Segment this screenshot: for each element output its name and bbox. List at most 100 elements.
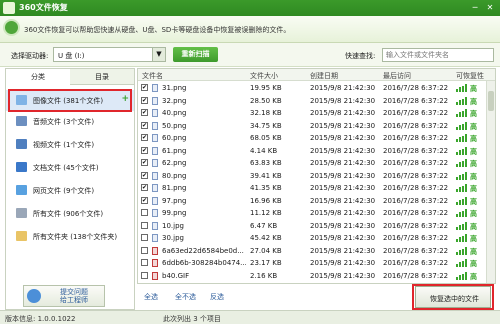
recoverability-value: 高 (470, 197, 477, 206)
row-checkbox[interactable]: ✔ (141, 196, 148, 204)
table-row[interactable]: ✔ 60.png 68.05 KB 2015/9/8 21:42:30 2016/7/2… (138, 133, 487, 143)
file-name: 99.png (162, 209, 187, 217)
row-checkbox[interactable] (141, 221, 148, 229)
tab-category[interactable]: 分类 (6, 69, 70, 85)
invert-selection-link[interactable]: 反选 (210, 292, 224, 302)
table-row[interactable]: ✔ 62.png 63.83 KB 2015/9/8 21:42:30 2016/7/2… (138, 158, 487, 168)
info-banner: 360文件恢复可以帮助您快速从硬盘、U盘、SD卡等硬盘设备中恢复被误删除的文件。 (0, 16, 500, 43)
file-size: 6.47 KB (250, 221, 278, 230)
table-row[interactable]: ✔ 61.png 4.14 KB 2015/9/8 21:42:30 2016/7/28… (138, 146, 487, 156)
highlight-box (8, 89, 132, 112)
table-row[interactable]: b40.GIF 2.16 KB 2015/9/8 21:42:30 2016/7/28… (138, 271, 487, 281)
close-button[interactable]: ✕ (485, 3, 495, 13)
table-row[interactable]: 30.jpg 45.42 KB 2015/9/8 21:42:30 2016/7/28… (138, 233, 487, 243)
file-size: 28.50 KB (250, 96, 282, 105)
row-checkbox[interactable]: ✔ (141, 146, 148, 154)
file-name: 50.png (162, 121, 187, 130)
accessed-date: 2016/7/28 6:37:22 (383, 109, 449, 117)
row-checkbox[interactable] (141, 259, 148, 266)
col-header-created[interactable]: 创建日期 (310, 71, 338, 81)
file-icon (152, 121, 158, 130)
created-date: 2015/9/8 21:42:30 (310, 84, 376, 92)
select-all-link[interactable]: 全选 (144, 292, 158, 302)
row-checkbox[interactable] (141, 234, 148, 241)
table-row[interactable]: 99.png 11.12 KB 2015/9/8 21:42:30 2016/7/28… (138, 208, 487, 218)
file-name: 97.png (162, 196, 187, 205)
select-none-link[interactable]: 全不选 (175, 292, 196, 302)
row-checkbox[interactable]: ✔ (141, 121, 148, 129)
created-date: 2015/9/8 21:42:30 (310, 159, 376, 167)
file-icon (152, 184, 158, 192)
table-row[interactable]: ✔ 81.png 41.35 KB 2015/9/8 21:42:30 2016/7/2… (138, 183, 487, 193)
file-name: 61.png (162, 146, 187, 155)
col-header-name[interactable]: 文件名 (142, 71, 163, 81)
minimize-button[interactable]: ─ (470, 3, 480, 13)
table-row[interactable]: 6ddb6b-308284b0474... 23.17 KB 2015/9/8 21… (138, 258, 487, 268)
chevron-down-icon[interactable]: ▼ (152, 48, 165, 61)
signal-strength-icon (456, 84, 468, 92)
col-header-size[interactable]: 文件大小 (250, 71, 278, 81)
sidebar-item-video[interactable]: 视频文件 (1个文件) (6, 134, 134, 155)
accessed-date: 2016/7/28 6:37:22 (383, 271, 449, 280)
row-checkbox[interactable]: ✔ (141, 96, 148, 104)
accessed-date: 2016/7/28 6:37:22 (383, 121, 449, 130)
feedback-button[interactable]: 提交问题 给工程师 (23, 285, 105, 307)
search-input[interactable] (382, 48, 494, 62)
recoverability-value: 高 (470, 247, 477, 256)
webpage-icon (16, 185, 27, 195)
file-size: 11.12 KB (250, 209, 282, 217)
col-header-recoverability[interactable]: 可恢复性 (456, 71, 484, 81)
sidebar-item-audio[interactable]: 音频文件 (3个文件) (6, 111, 134, 132)
created-date: 2015/9/8 21:42:30 (310, 209, 376, 217)
file-list-header: 文件名 文件大小 创建日期 最后访问 可恢复性 (138, 69, 495, 81)
file-size: 63.83 KB (250, 159, 282, 167)
row-checkbox[interactable] (141, 271, 148, 279)
sidebar-item-all-folders[interactable]: 所有文件夹 (138个文件夹) (6, 226, 134, 247)
signal-strength-icon (456, 146, 468, 155)
file-name: 6a63ed22d6584be0d... (162, 246, 244, 255)
sidebar-item-all-files[interactable]: 所有文件 (906个文件) (6, 203, 134, 224)
col-header-accessed[interactable]: 最后访问 (383, 71, 411, 81)
vertical-scrollbar[interactable] (486, 81, 495, 283)
signal-strength-icon (456, 259, 468, 267)
row-checkbox[interactable] (141, 246, 148, 254)
sidebar-item-label: 网页文件 (9个文件) (33, 187, 95, 195)
signal-strength-icon (456, 209, 468, 217)
file-icon (152, 234, 158, 242)
row-checkbox[interactable]: ✔ (141, 171, 148, 179)
table-row[interactable]: ✔ 97.png 16.96 KB 2015/9/8 21:42:30 2016/7/2… (138, 196, 487, 206)
table-row[interactable]: ✔ 31.png 19.95 KB 2015/9/8 21:42:30 2016/7/2… (138, 83, 487, 93)
bottom-bar: 全选 全不选 反选 恢复选中的文件 (137, 284, 496, 310)
row-checkbox[interactable]: ✔ (141, 159, 148, 166)
recoverability-value: 高 (470, 147, 477, 156)
sidebar-item-webpages[interactable]: 网页文件 (9个文件) (6, 180, 134, 201)
table-row[interactable]: 10.jpg 6.47 KB 2015/9/8 21:42:30 2016/7/28 … (138, 221, 487, 231)
row-checkbox[interactable] (141, 209, 148, 216)
tab-directory[interactable]: 目录 (70, 69, 134, 85)
drive-select[interactable]: U 盘 (I:) ▼ (53, 47, 166, 62)
toolbar: 选择驱动器: U 盘 (I:) ▼ 重新扫描 快速查找: (0, 43, 500, 67)
table-row[interactable]: 6a63ed22d6584be0d... 27.04 KB 2015/9/8 21:… (138, 246, 487, 256)
table-row[interactable]: ✔ 40.png 32.18 KB 2015/9/8 21:42:30 2016/7/2… (138, 108, 487, 118)
file-icon (152, 259, 158, 267)
created-date: 2015/9/8 21:42:30 (310, 184, 376, 192)
row-checkbox[interactable]: ✔ (141, 84, 148, 91)
recoverability-value: 高 (470, 122, 477, 131)
created-date: 2015/9/8 21:42:30 (310, 96, 376, 105)
file-icon (152, 84, 158, 92)
engineer-avatar-icon (27, 289, 41, 303)
file-name: 30.jpg (162, 234, 184, 242)
scrollbar-thumb[interactable] (488, 91, 494, 111)
file-size: 27.04 KB (250, 246, 282, 255)
signal-strength-icon (456, 184, 468, 192)
sidebar-item-documents[interactable]: 文档文件 (45个文件) (6, 157, 134, 178)
file-size: 45.42 KB (250, 234, 282, 242)
rescan-button[interactable]: 重新扫描 (173, 47, 218, 62)
table-row[interactable]: ✔ 32.png 28.50 KB 2015/9/8 21:42:30 2016/7/2… (138, 96, 487, 106)
row-checkbox[interactable]: ✔ (141, 184, 148, 191)
table-row[interactable]: ✔ 80.png 39.41 KB 2015/9/8 21:42:30 2016/7/2… (138, 171, 487, 181)
file-size: 23.17 KB (250, 259, 282, 267)
row-checkbox[interactable]: ✔ (141, 109, 148, 116)
row-checkbox[interactable]: ✔ (141, 134, 148, 141)
table-row[interactable]: ✔ 50.png 34.75 KB 2015/9/8 21:42:30 2016/7/2… (138, 121, 487, 131)
